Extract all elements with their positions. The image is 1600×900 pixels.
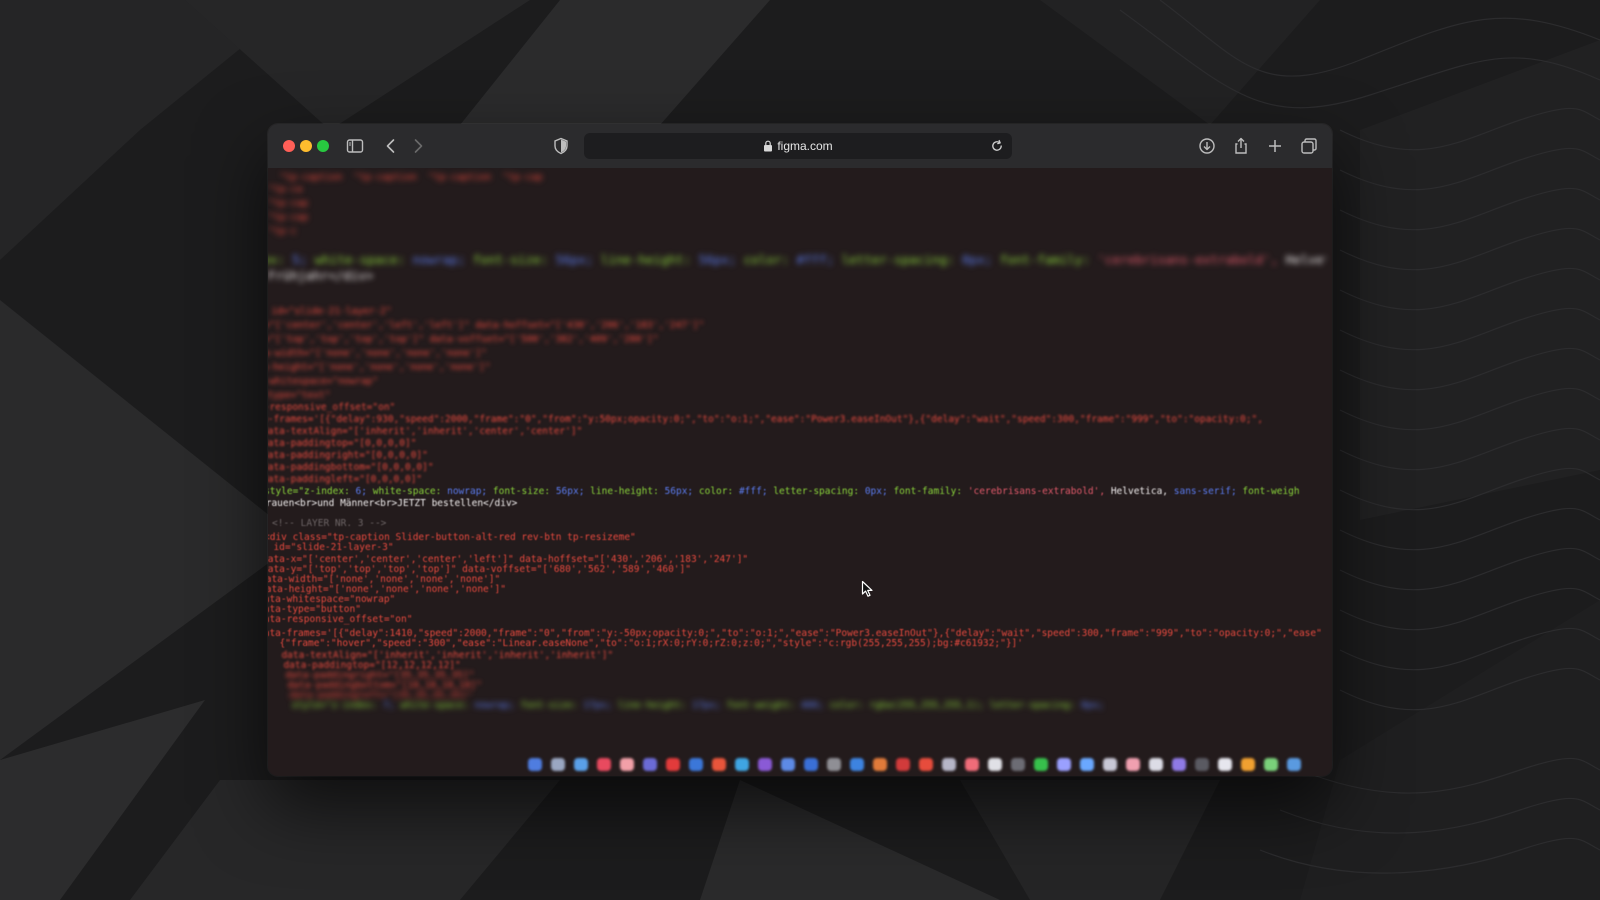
dock-icon [758, 758, 772, 771]
code-line: "tp-c [268, 226, 297, 237]
dock-icon [574, 758, 588, 771]
dock-icon [1218, 758, 1232, 771]
dock-icon [1172, 758, 1186, 771]
dock-icon [1057, 758, 1071, 771]
code-line: "tp-cap [268, 212, 309, 223]
code-line: id="slide-21-layer-3" [268, 542, 394, 553]
dock-icon [735, 758, 749, 771]
code-line: Frühjahr</div> [268, 268, 374, 283]
code-line: "tp-ca [268, 184, 303, 195]
code-line: a-whitespace="nowrap" [268, 376, 379, 387]
code-line: x="['center','center','left','left']" da… [268, 320, 705, 331]
dock-icon [804, 758, 818, 771]
dock-icon [689, 758, 703, 771]
code-line: data-paddingbottom="[0,0,0,0]" [268, 462, 434, 473]
dock-icon [1287, 758, 1301, 771]
code-line: <!-- LAYER NR. 3 --> [272, 518, 387, 529]
code-line: data-paddingleft="[0,0,0,0]" [268, 474, 423, 485]
lock-icon [764, 140, 773, 152]
dock-icon [643, 758, 657, 771]
code-line: ex: 5; white-space: nowrap; font-size: 5… [268, 252, 1326, 267]
dock-icon [1241, 758, 1255, 771]
code-line: {"frame":"hover","speed":"300","ease":"L… [268, 638, 1023, 649]
web-page-content[interactable]: "tp-caption "tp-caption "tp-caption "tp-… [268, 168, 1332, 776]
share-icon[interactable] [1230, 135, 1252, 157]
mouse-cursor-icon [861, 580, 873, 597]
dock-icon [1103, 758, 1117, 771]
dock-icon [1264, 758, 1278, 771]
dock-icon [1149, 758, 1163, 771]
dock-icon [873, 758, 887, 771]
plus-icon[interactable] [1264, 135, 1286, 157]
code-line: a-frames='[{"delay":930,"speed":2000,"fr… [268, 414, 1263, 425]
dock-icon [965, 758, 979, 771]
code-line: data-paddingtop="[0,0,0,0]" [268, 438, 417, 449]
dock-icon [712, 758, 726, 771]
code-line: "tp-cap [268, 198, 309, 209]
close-window-button[interactable] [283, 140, 295, 152]
chevron-right-icon [414, 139, 423, 153]
code-line: style="z-index: 6; white-space: nowrap; … [268, 486, 1300, 497]
address-bar[interactable]: figma.com [584, 133, 1012, 159]
reload-icon[interactable] [989, 138, 1005, 154]
dock-icon [896, 758, 910, 771]
dock-icon [1034, 758, 1048, 771]
dock-icon [1195, 758, 1209, 771]
dock-icon [942, 758, 956, 771]
dock-icon [597, 758, 611, 771]
download-icon[interactable] [1196, 135, 1218, 157]
forward-button[interactable] [407, 135, 429, 157]
code-line: style="z-index: 7; white-space: nowrap; … [291, 700, 1104, 711]
dock-icon [988, 758, 1002, 771]
dock-icon [1011, 758, 1025, 771]
dock-icon [850, 758, 864, 771]
tab-overview-icon[interactable] [1298, 135, 1320, 157]
back-button[interactable] [380, 135, 402, 157]
zoom-window-button[interactable] [317, 140, 329, 152]
dock-icon [551, 758, 565, 771]
code-line: a-responsive_offset="on" [268, 402, 396, 413]
code-line: ta-width="['none','none','none','none']" [268, 348, 487, 359]
dock-icon [528, 758, 542, 771]
dock-icon [1080, 758, 1094, 771]
code-line: data-paddingright="[0,0,0,0]" [268, 450, 428, 461]
reflected-dock [528, 756, 1328, 774]
sidebar-toggle-icon[interactable] [344, 135, 366, 157]
code-line: a-type="text" [268, 390, 331, 401]
url-text: figma.com [777, 139, 833, 153]
dock-icon [919, 758, 933, 771]
dock-icon [781, 758, 795, 771]
dock-icon [1126, 758, 1140, 771]
browser-toolbar: figma.com [268, 124, 1332, 169]
minimize-window-button[interactable] [300, 140, 312, 152]
dock-icon [827, 758, 841, 771]
source-code-view: "tp-caption "tp-caption "tp-caption "tp-… [268, 168, 1332, 776]
desktop-background: figma.com "tp-caption "tp-caption "tp-ca… [0, 0, 1600, 900]
code-line: id="slide-21-layer-2" [268, 306, 392, 317]
dock-icon [666, 758, 680, 771]
browser-window: figma.com "tp-caption "tp-caption "tp-ca… [268, 124, 1332, 776]
dock-icon [620, 758, 634, 771]
code-line: data-textAlign="['inherit','inherit','ce… [268, 426, 583, 437]
chevron-left-icon [386, 139, 395, 153]
code-line: y="['top','top','top','top']" data-voffs… [268, 334, 659, 345]
code-line: data-responsive_offset="on" [268, 614, 413, 625]
code-line: Frauen<br>und Männer<br>JETZT bestellen<… [268, 498, 518, 509]
shield-icon[interactable] [550, 135, 572, 157]
code-line: "tp-caption "tp-caption "tp-caption "tp-… [268, 172, 543, 183]
code-line: ta-height="['none','none','none','none']… [268, 362, 491, 373]
